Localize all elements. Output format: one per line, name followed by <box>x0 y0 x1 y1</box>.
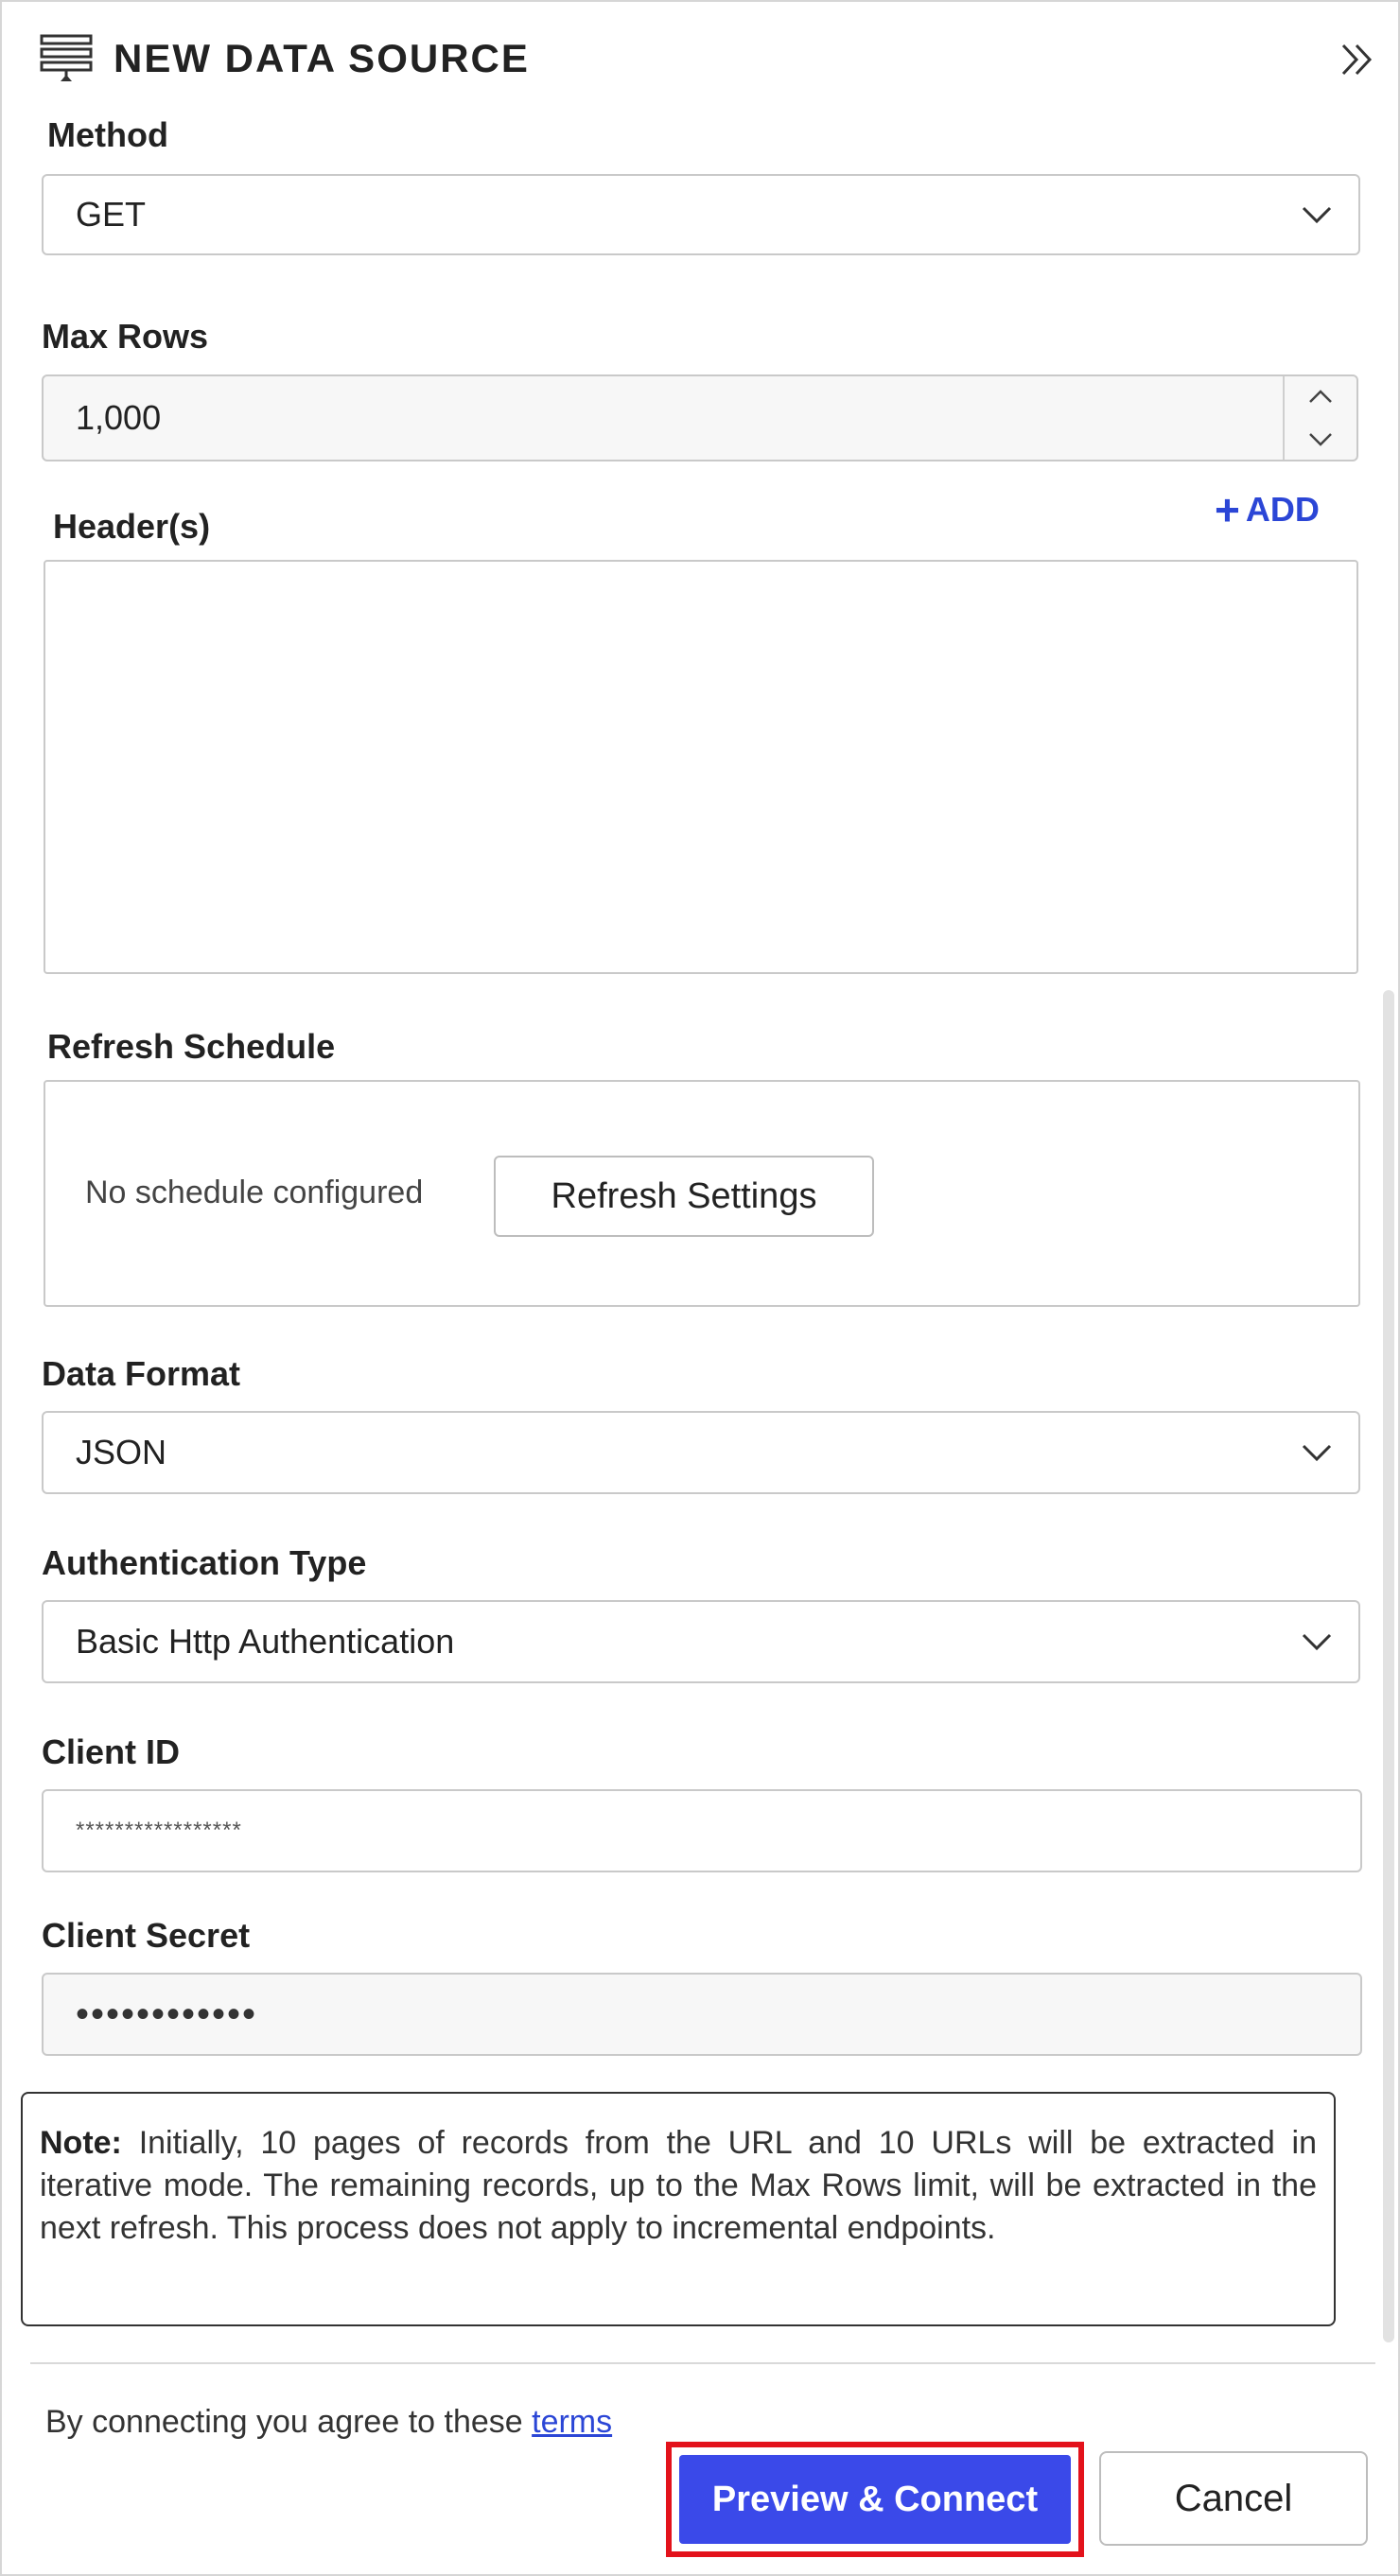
scrollbar[interactable] <box>1383 990 1394 2342</box>
info-note: Note: Initially, 10 pages of records fro… <box>21 2092 1336 2326</box>
chevron-down-icon <box>1302 1444 1332 1462</box>
data-source-icon <box>40 34 93 81</box>
data-format-value: JSON <box>76 1433 167 1471</box>
max-rows-stepper[interactable] <box>1283 376 1356 460</box>
page-title: NEW DATA SOURCE <box>114 36 530 80</box>
add-header-button[interactable]: + ADD <box>1215 488 1320 531</box>
cancel-button[interactable]: Cancel <box>1099 2451 1368 2546</box>
client-secret-value: •••••••••••• <box>76 1993 258 2035</box>
note-text: Initially, 10 pages of records from the … <box>40 2125 1317 2246</box>
double-chevron-right-icon[interactable] <box>1336 38 1379 81</box>
preview-highlight: Preview & Connect <box>666 2442 1084 2557</box>
plus-icon: + <box>1215 485 1240 534</box>
chevron-down-icon <box>1302 1633 1332 1651</box>
refresh-schedule-box: No schedule configured Refresh Settings <box>44 1080 1360 1307</box>
chevron-down-icon <box>1302 206 1332 224</box>
preview-connect-button[interactable]: Preview & Connect <box>679 2455 1071 2544</box>
agree-text: By connecting you agree to these terms <box>45 2404 612 2441</box>
max-rows-label: Max Rows <box>42 317 209 356</box>
add-header-label: ADD <box>1245 490 1320 529</box>
max-rows-value: 1,000 <box>76 398 162 437</box>
client-id-value: ***************** <box>76 1818 242 1843</box>
footer-divider <box>30 2362 1375 2364</box>
client-secret-input[interactable]: •••••••••••• <box>42 1973 1362 2056</box>
headers-label: Header(s) <box>53 507 211 546</box>
terms-link[interactable]: terms <box>532 2404 612 2440</box>
auth-type-label: Authentication Type <box>42 1543 367 1582</box>
panel-header: NEW DATA SOURCE <box>40 30 1364 87</box>
stepper-down-icon[interactable] <box>1306 428 1335 449</box>
stepper-up-icon[interactable] <box>1306 387 1335 408</box>
client-secret-label: Client Secret <box>42 1916 251 1955</box>
new-data-source-panel: NEW DATA SOURCE Method GET Max Rows 1,00… <box>0 0 1400 2576</box>
auth-type-select[interactable]: Basic Http Authentication <box>42 1600 1360 1683</box>
agree-label: By connecting you agree to these <box>45 2404 533 2440</box>
max-rows-input[interactable]: 1,000 <box>42 374 1358 461</box>
headers-textarea[interactable] <box>44 560 1358 974</box>
schedule-status: No schedule configured <box>85 1175 424 1210</box>
refresh-settings-button[interactable]: Refresh Settings <box>494 1156 874 1237</box>
note-prefix: Note: <box>40 2125 122 2161</box>
method-label: Method <box>47 115 168 154</box>
auth-type-value: Basic Http Authentication <box>76 1622 455 1661</box>
data-format-select[interactable]: JSON <box>42 1411 1360 1494</box>
method-select[interactable]: GET <box>42 174 1360 255</box>
method-value: GET <box>76 195 147 234</box>
client-id-label: Client ID <box>42 1732 181 1771</box>
data-format-label: Data Format <box>42 1354 241 1393</box>
refresh-schedule-label: Refresh Schedule <box>47 1027 336 1066</box>
client-id-input[interactable]: ***************** <box>42 1789 1362 1872</box>
